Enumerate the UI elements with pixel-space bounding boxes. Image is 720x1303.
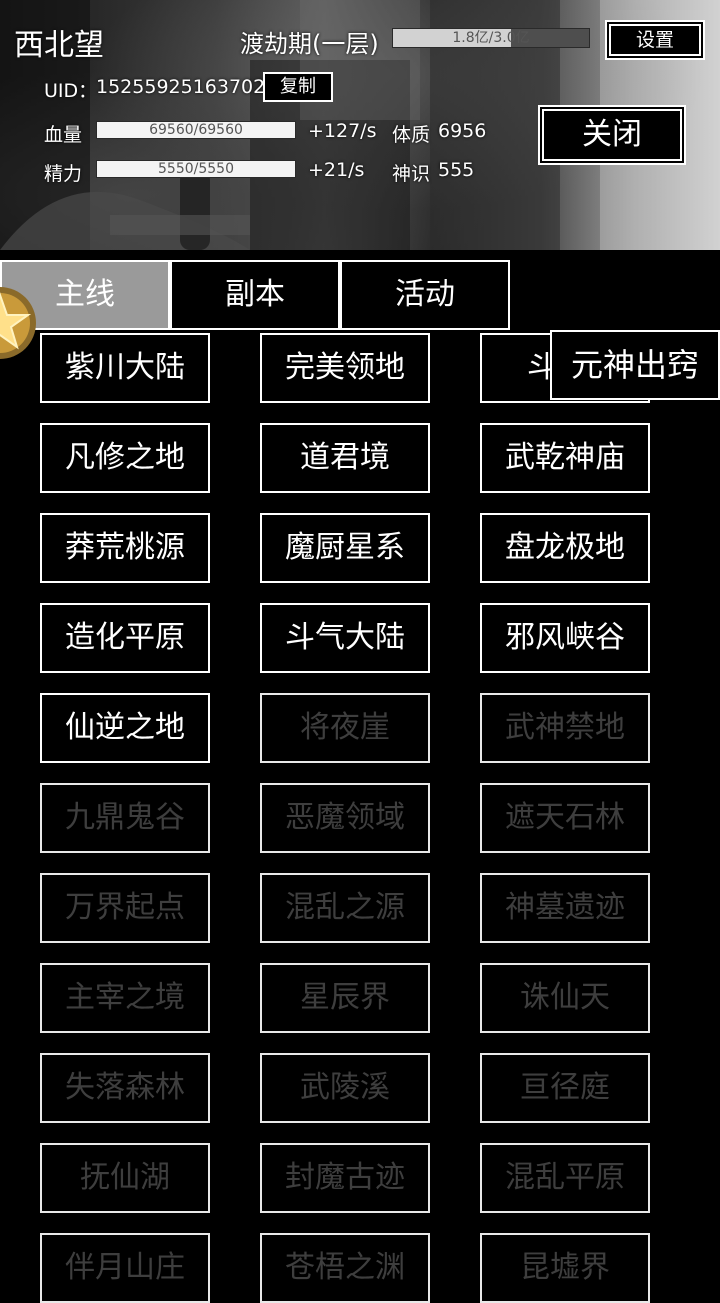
map-item-label: 遮天石林 <box>505 800 625 835</box>
map-item: 主宰之境 <box>40 963 210 1033</box>
tab-main-story-label: 主线 <box>55 277 115 312</box>
energy-bar: 5550/5550 <box>96 160 296 178</box>
map-item[interactable]: 斗气大陆 <box>260 603 430 673</box>
map-item[interactable]: 盘龙极地 <box>480 513 650 583</box>
copy-uid-button[interactable]: 复制 <box>263 72 333 102</box>
map-item: 恶魔领域 <box>260 783 430 853</box>
map-item: 苍梧之渊 <box>260 1233 430 1303</box>
realm-level: 渡劫期(一层) <box>240 30 379 58</box>
soul-out-button-label: 元神出窍 <box>570 346 699 384</box>
map-item-label: 抚仙湖 <box>80 1160 170 1195</box>
tab-dungeon[interactable]: 副本 <box>170 260 340 330</box>
map-item: 将夜崖 <box>260 693 430 763</box>
tab-event[interactable]: 活动 <box>340 260 510 330</box>
gold-star-badge-icon[interactable] <box>0 283 40 363</box>
map-item: 昆墟界 <box>480 1233 650 1303</box>
energy-label: 精力 <box>44 163 83 185</box>
map-item-label: 武陵溪 <box>300 1070 390 1105</box>
close-button-label: 关闭 <box>582 117 642 152</box>
spirit-value: 555 <box>438 159 475 181</box>
map-item[interactable]: 道君境 <box>260 423 430 493</box>
map-item-label: 魔厨星系 <box>285 530 405 565</box>
hp-label: 血量 <box>44 124 83 146</box>
map-item: 封魔古迹 <box>260 1143 430 1213</box>
map-item-label: 武乾神庙 <box>505 440 625 475</box>
map-item[interactable]: 武乾神庙 <box>480 423 650 493</box>
map-item-label: 仙逆之地 <box>65 710 185 745</box>
map-item-label: 斗气大陆 <box>285 620 405 655</box>
settings-button[interactable]: 设置 <box>607 22 703 58</box>
map-item-label: 神墓遗迹 <box>505 890 625 925</box>
map-item-label: 封魔古迹 <box>285 1160 405 1195</box>
map-item-label: 凡修之地 <box>65 440 185 475</box>
map-item: 伴月山庄 <box>40 1233 210 1303</box>
map-item[interactable]: 莽荒桃源 <box>40 513 210 583</box>
map-item: 失落森林 <box>40 1053 210 1123</box>
player-name: 西北望 <box>14 28 104 63</box>
player-status-header: 西北望 渡劫期(一层) 1.8亿/3.0亿 设置 UID： 1525592516… <box>0 0 720 250</box>
map-item: 武陵溪 <box>260 1053 430 1123</box>
map-item-label: 盘龙极地 <box>505 530 625 565</box>
map-item-label: 造化平原 <box>65 620 185 655</box>
map-item: 武神禁地 <box>480 693 650 763</box>
exp-bar: 1.8亿/3.0亿 <box>392 28 590 48</box>
map-item-label: 万界起点 <box>65 890 185 925</box>
close-button[interactable]: 关闭 <box>540 107 684 163</box>
settings-button-label: 设置 <box>635 29 674 51</box>
map-item-label: 混乱之源 <box>285 890 405 925</box>
map-item-label: 完美领地 <box>285 350 405 385</box>
map-item-label: 诛仙天 <box>520 980 610 1015</box>
map-item: 混乱之源 <box>260 873 430 943</box>
map-item-label: 混乱平原 <box>505 1160 625 1195</box>
map-item-label: 失落森林 <box>65 1070 185 1105</box>
map-item-label: 星辰界 <box>300 980 390 1015</box>
map-item: 抚仙湖 <box>40 1143 210 1213</box>
map-item[interactable]: 凡修之地 <box>40 423 210 493</box>
map-item-label: 将夜崖 <box>300 710 390 745</box>
map-item[interactable]: 完美领地 <box>260 333 430 403</box>
energy-regen: +21/s <box>308 159 365 181</box>
map-item-label: 武神禁地 <box>505 710 625 745</box>
map-item-label: 九鼎鬼谷 <box>65 800 185 835</box>
map-item: 混乱平原 <box>480 1143 650 1213</box>
map-item[interactable]: 仙逆之地 <box>40 693 210 763</box>
map-item: 九鼎鬼谷 <box>40 783 210 853</box>
hp-bar: 69560/69560 <box>96 121 296 139</box>
tab-event-label: 活动 <box>395 277 455 312</box>
soul-out-button[interactable]: 元神出窍 <box>550 330 720 400</box>
map-item: 遮天石林 <box>480 783 650 853</box>
map-item-label: 紫川大陆 <box>65 350 185 385</box>
map-item-label: 莽荒桃源 <box>65 530 185 565</box>
hp-text: 69560/69560 <box>149 122 243 138</box>
map-item[interactable]: 魔厨星系 <box>260 513 430 583</box>
map-item[interactable]: 造化平原 <box>40 603 210 673</box>
map-item-label: 主宰之境 <box>65 980 185 1015</box>
copy-uid-button-label: 复制 <box>280 76 316 97</box>
map-item: 星辰界 <box>260 963 430 1033</box>
exp-text: 1.8亿/3.0亿 <box>452 30 530 46</box>
constitution-label: 体质 <box>392 124 431 146</box>
map-item: 神墓遗迹 <box>480 873 650 943</box>
energy-text: 5550/5550 <box>158 161 234 177</box>
map-item-label: 亘径庭 <box>520 1070 610 1105</box>
hp-regen: +127/s <box>308 120 377 142</box>
constitution-value: 6956 <box>438 120 487 142</box>
map-item[interactable]: 紫川大陆 <box>40 333 210 403</box>
uid-label: UID： <box>44 80 98 102</box>
map-item: 亘径庭 <box>480 1053 650 1123</box>
map-item[interactable]: 邪风峡谷 <box>480 603 650 673</box>
tab-dungeon-label: 副本 <box>225 277 285 312</box>
map-item-label: 道君境 <box>300 440 390 475</box>
map-item-label: 恶魔领域 <box>285 800 405 835</box>
spirit-label: 神识 <box>392 163 431 185</box>
map-item: 诛仙天 <box>480 963 650 1033</box>
map-item-label: 邪风峡谷 <box>505 620 625 655</box>
uid-value: 15255925163702 <box>96 76 266 98</box>
map-item: 万界起点 <box>40 873 210 943</box>
